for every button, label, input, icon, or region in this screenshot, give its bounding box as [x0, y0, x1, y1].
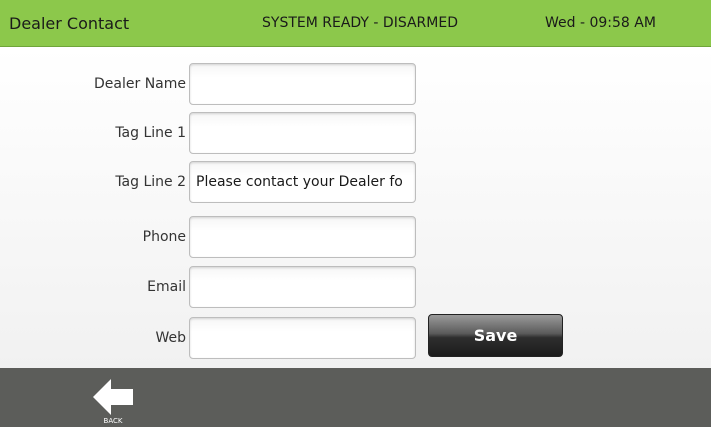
tag-line-1-label: Tag Line 1	[115, 125, 186, 141]
phone-input[interactable]	[189, 216, 416, 258]
back-label: BACK	[103, 417, 123, 425]
email-input[interactable]	[189, 266, 416, 308]
tag-line-1-input[interactable]	[189, 112, 416, 154]
left-arrow-icon	[93, 379, 133, 415]
dealer-contact-form: Dealer Name Tag Line 1 Tag Line 2 Phone …	[0, 47, 711, 368]
system-status: SYSTEM READY - DISARMED	[262, 15, 458, 31]
header-bar: Dealer Contact SYSTEM READY - DISARMED W…	[0, 0, 711, 47]
web-row: Web	[0, 317, 711, 359]
email-row: Email	[0, 266, 711, 308]
footer-bar: BACK	[0, 368, 711, 427]
dealer-name-row: Dealer Name	[0, 63, 711, 105]
phone-row: Phone	[0, 216, 711, 258]
web-input[interactable]	[189, 317, 416, 359]
phone-label: Phone	[142, 229, 186, 245]
dealer-name-input[interactable]	[189, 63, 416, 105]
clock-display: Wed - 09:58 AM	[545, 15, 656, 31]
dealer-name-label: Dealer Name	[94, 76, 186, 92]
tag-line-2-input[interactable]	[189, 161, 416, 203]
page-title: Dealer Contact	[9, 14, 130, 33]
tag-line-2-label: Tag Line 2	[115, 174, 186, 190]
tag-line-1-row: Tag Line 1	[0, 112, 711, 154]
save-button[interactable]: Save	[428, 314, 563, 357]
back-button[interactable]: BACK	[84, 376, 142, 427]
web-label: Web	[155, 330, 186, 346]
email-label: Email	[147, 279, 186, 295]
tag-line-2-row: Tag Line 2	[0, 161, 711, 203]
